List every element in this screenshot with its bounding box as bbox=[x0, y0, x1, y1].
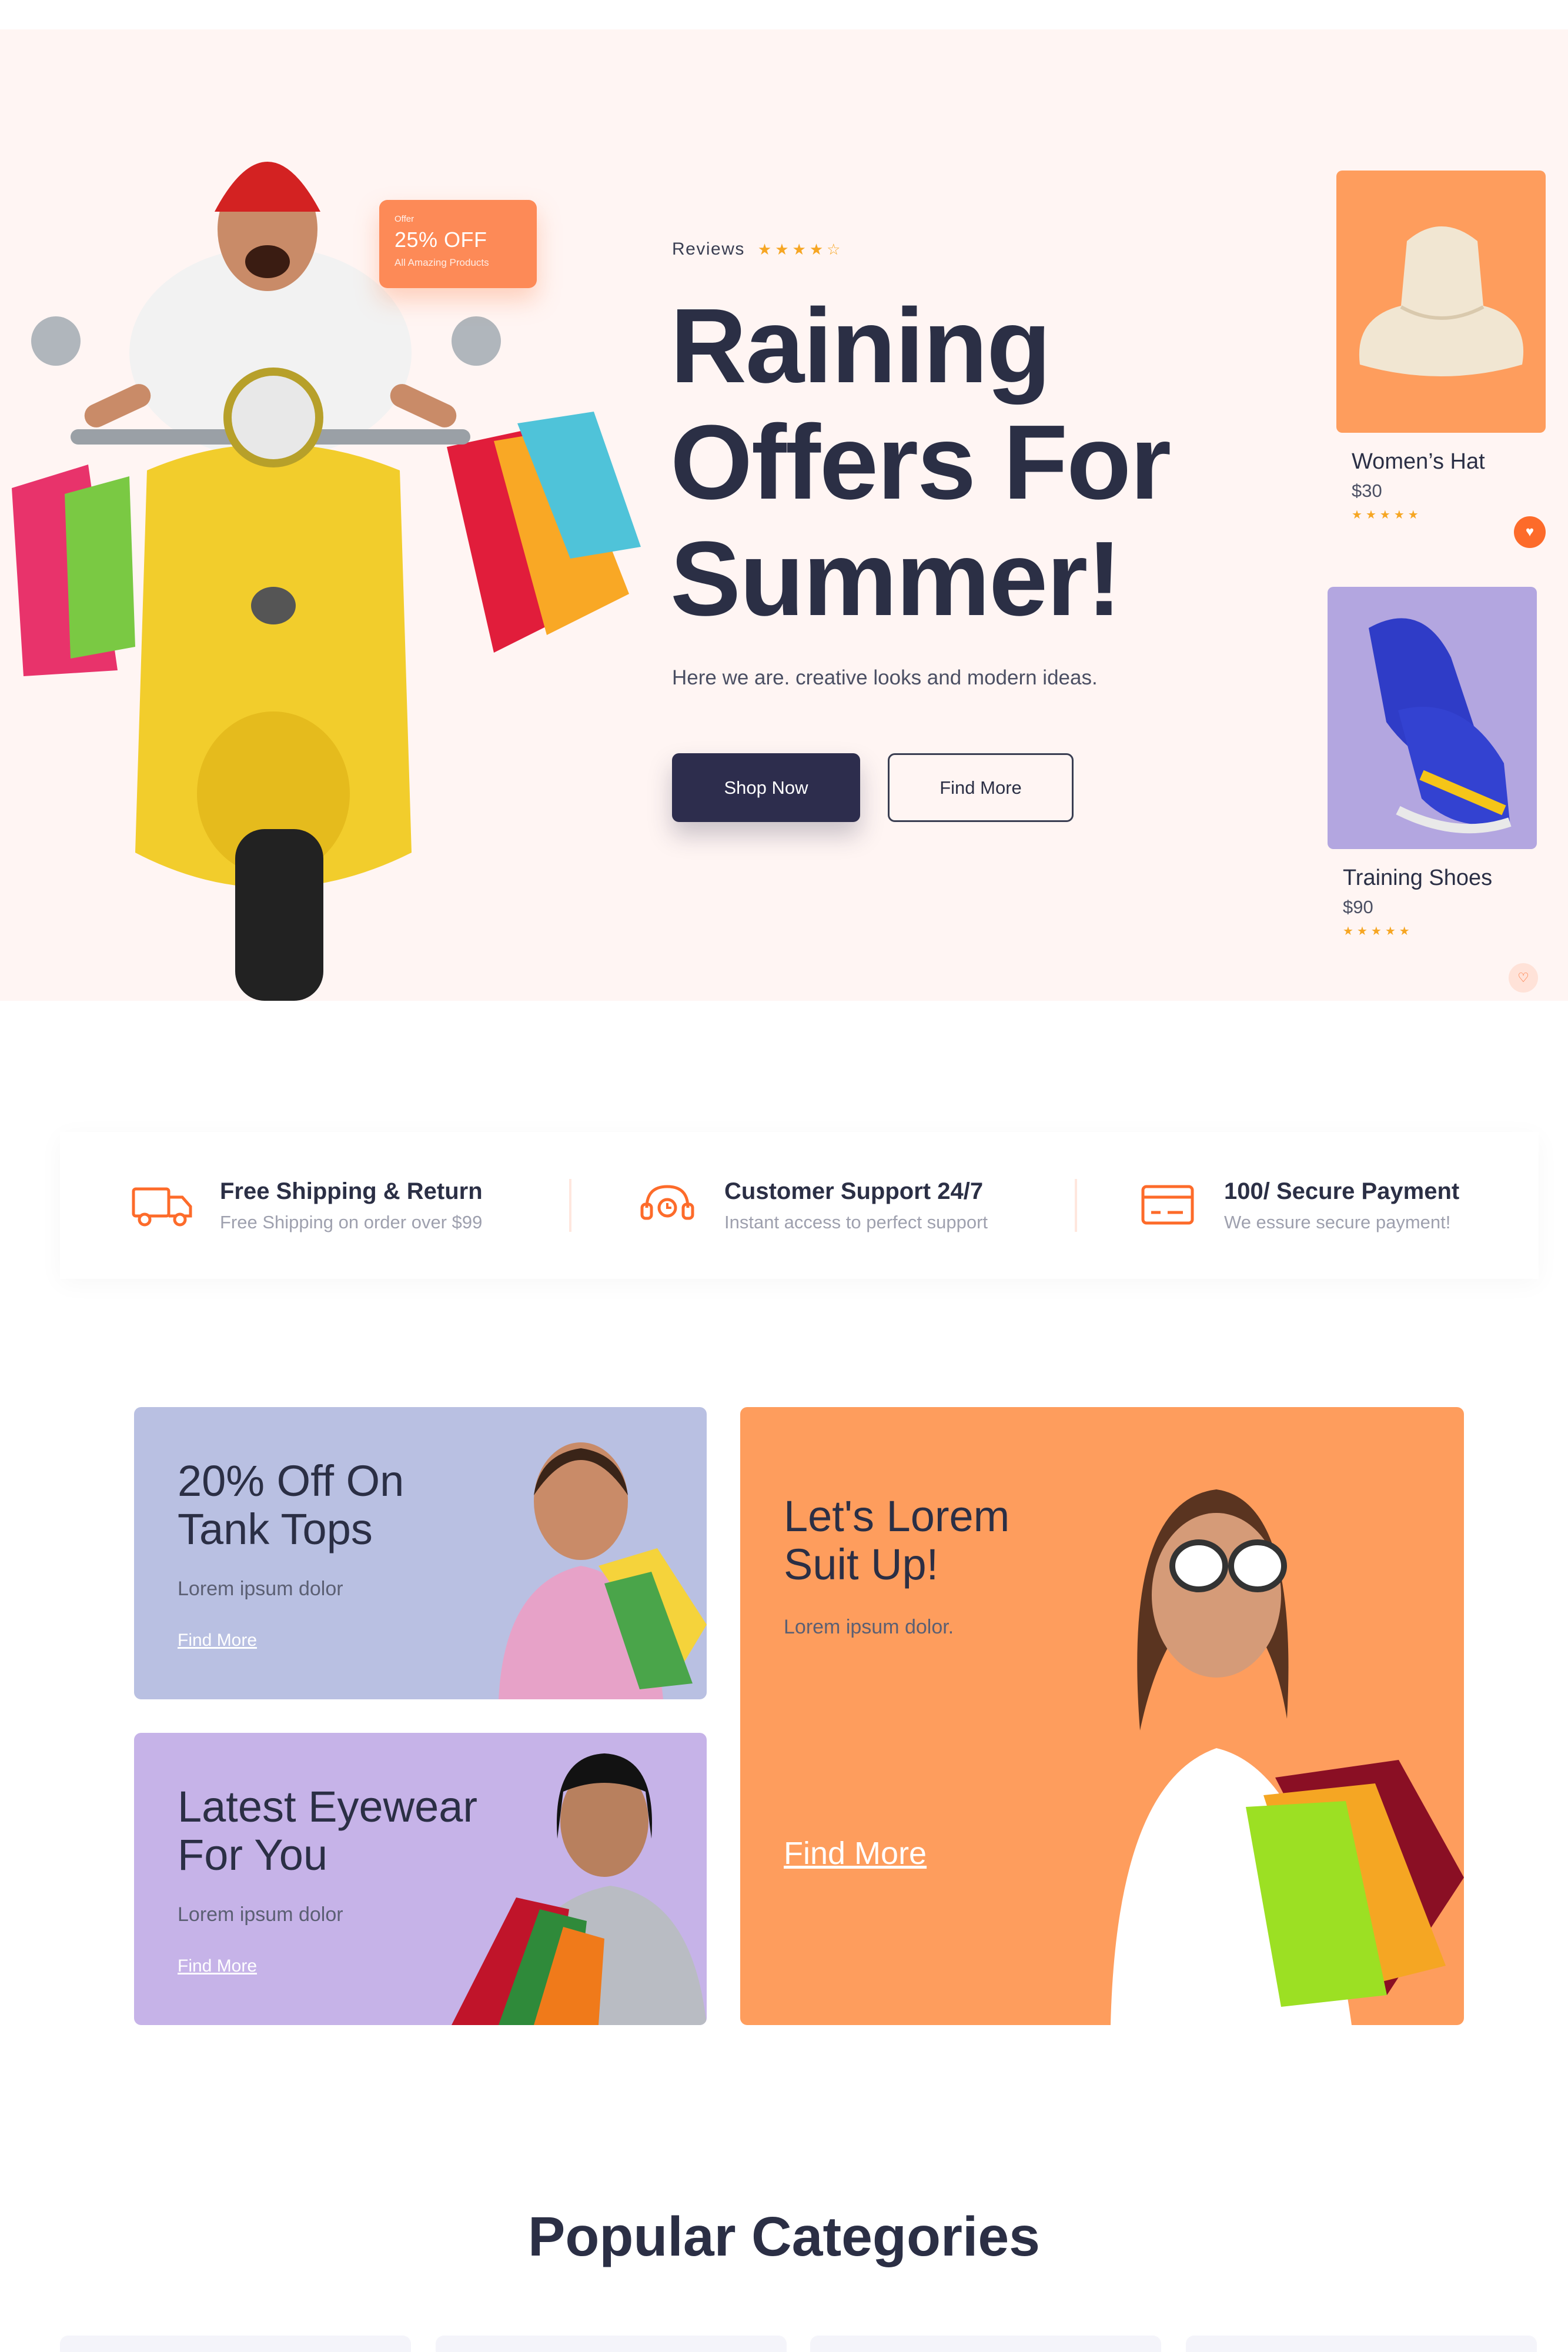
promo-title: 20% Off On Tank Tops bbox=[178, 1457, 404, 1553]
promo-desc: Lorem ipsum dolor. bbox=[784, 1616, 954, 1638]
popular-categories-title: Popular Categories bbox=[527, 2206, 1041, 2268]
offer-tag: Offer bbox=[394, 214, 414, 224]
offer-note: All Amazing Products bbox=[394, 257, 489, 268]
reviews-label: Reviews bbox=[672, 239, 745, 259]
feature-title: Customer Support 24/7 bbox=[724, 1178, 984, 1204]
headline-line: Offers For bbox=[670, 403, 1171, 522]
headline-line: Summer! bbox=[670, 520, 1122, 638]
promo-title-line: For You bbox=[178, 1830, 328, 1879]
star-icon: ★ bbox=[1365, 509, 1376, 522]
feature-divider bbox=[1075, 1179, 1077, 1232]
hero-subtitle: Here we are. creative looks and modern i… bbox=[672, 666, 1098, 689]
star-icon: ★ bbox=[1393, 509, 1405, 522]
promo-find-more-link[interactable]: Find More bbox=[178, 1956, 257, 1976]
product-rating: ★ ★ ★ ★ ★ bbox=[1328, 924, 1545, 938]
offer-discount: 25% OFF bbox=[394, 228, 487, 252]
promo-find-more-link[interactable]: Find More bbox=[178, 1631, 257, 1651]
reviews-row: Reviews ★ ★ ★ ★ ☆ bbox=[672, 239, 840, 259]
feature-divider bbox=[569, 1179, 571, 1232]
promo-tank-image bbox=[499, 1442, 707, 1699]
feature-title: 100/ Secure Payment bbox=[1224, 1178, 1460, 1204]
feature-shipping: Free Shipping & Return Free Shipping on … bbox=[131, 1132, 483, 1279]
category-card[interactable] bbox=[810, 2336, 1161, 2352]
page: Offer 25% OFF All Amazing Products Revie… bbox=[0, 0, 1568, 2352]
promo-suit-image bbox=[1111, 1489, 1464, 2025]
product-rating: ★ ★ ★ ★ ★ bbox=[1336, 507, 1548, 522]
product-price: $30 bbox=[1352, 480, 1382, 501]
star-icon: ★ bbox=[1379, 509, 1390, 522]
offer-badge: Offer 25% OFF All Amazing Products bbox=[379, 200, 537, 288]
promo-desc: Lorem ipsum dolor bbox=[178, 1578, 343, 1600]
star-outline-icon: ☆ bbox=[827, 240, 841, 258]
wishlist-heart-icon[interactable]: ♡ bbox=[1509, 963, 1538, 993]
star-icon: ★ bbox=[792, 240, 806, 258]
promo-suit-up[interactable]: Let's Lorem Suit Up! Lorem ipsum dolor. … bbox=[740, 1407, 1464, 2025]
product-name: Training Shoes bbox=[1343, 866, 1493, 890]
promo-title-line: Tank Tops bbox=[178, 1505, 373, 1553]
promo-eyewear[interactable]: Latest Eyewear For You Lorem ipsum dolor… bbox=[134, 1733, 707, 2025]
rating-stars: ★ ★ ★ ★ ☆ bbox=[758, 240, 841, 259]
headline-line: Raining bbox=[670, 287, 1051, 405]
feature-desc: We essure secure payment! bbox=[1224, 1211, 1451, 1232]
promo-title-line: Latest Eyewear bbox=[178, 1782, 478, 1831]
features-bar: Free Shipping & Return Free Shipping on … bbox=[60, 1132, 1539, 1279]
feature-support: Customer Support 24/7 Instant access to … bbox=[635, 1132, 988, 1279]
star-icon: ★ bbox=[809, 240, 824, 258]
card-icon bbox=[1141, 1185, 1194, 1225]
star-icon: ★ bbox=[1343, 925, 1353, 938]
truck-icon bbox=[132, 1187, 192, 1227]
hero-headline: Raining Offers For Summer! bbox=[670, 288, 1235, 637]
feature-title: Free Shipping & Return bbox=[220, 1178, 483, 1204]
star-icon: ★ bbox=[1407, 509, 1419, 522]
product-image-shoes bbox=[1328, 587, 1537, 849]
star-icon: ★ bbox=[1352, 509, 1362, 522]
feature-desc: Free Shipping on order over $99 bbox=[220, 1211, 483, 1232]
find-more-button[interactable]: Find More bbox=[888, 753, 1074, 822]
product-image-hat bbox=[1336, 171, 1546, 433]
product-name: Women’s Hat bbox=[1352, 449, 1485, 474]
headset-icon bbox=[640, 1185, 694, 1220]
product-price: $90 bbox=[1343, 897, 1373, 917]
product-card-hat[interactable]: Women’s Hat $30 ★ ★ ★ ★ ★ ♥ bbox=[1336, 171, 1548, 548]
category-card[interactable] bbox=[436, 2336, 787, 2352]
product-card-shoes[interactable]: Training Shoes $90 ★ ★ ★ ★ ★ ♡ bbox=[1328, 587, 1545, 993]
feature-desc: Instant access to perfect support bbox=[724, 1211, 988, 1232]
promo-find-more-link[interactable]: Find More bbox=[784, 1835, 927, 1872]
feature-payment: 100/ Secure Payment We essure secure pay… bbox=[1135, 1132, 1459, 1279]
category-card[interactable] bbox=[60, 2336, 411, 2352]
promo-title: Latest Eyewear For You bbox=[178, 1783, 477, 1879]
promo-desc: Lorem ipsum dolor bbox=[178, 1903, 343, 1926]
promo-title: Let's Lorem Suit Up! bbox=[784, 1492, 1009, 1589]
promo-tank-tops[interactable]: 20% Off On Tank Tops Lorem ipsum dolor F… bbox=[134, 1407, 707, 1699]
promo-title-line: 20% Off On bbox=[178, 1456, 404, 1505]
star-icon: ★ bbox=[1399, 925, 1410, 938]
category-card[interactable] bbox=[1186, 2336, 1537, 2352]
hero-section: Offer 25% OFF All Amazing Products Revie… bbox=[0, 29, 1568, 1001]
promo-title-line: Suit Up! bbox=[784, 1540, 939, 1589]
star-icon: ★ bbox=[1385, 925, 1396, 938]
shop-now-button[interactable]: Shop Now bbox=[672, 753, 860, 822]
promo-title-line: Let's Lorem bbox=[784, 1492, 1010, 1541]
wishlist-heart-icon[interactable]: ♥ bbox=[1514, 516, 1546, 548]
star-icon: ★ bbox=[1356, 925, 1368, 938]
star-icon: ★ bbox=[775, 240, 789, 258]
star-icon: ★ bbox=[1370, 925, 1382, 938]
star-icon: ★ bbox=[757, 240, 772, 258]
hero-rider-image bbox=[12, 162, 641, 1001]
